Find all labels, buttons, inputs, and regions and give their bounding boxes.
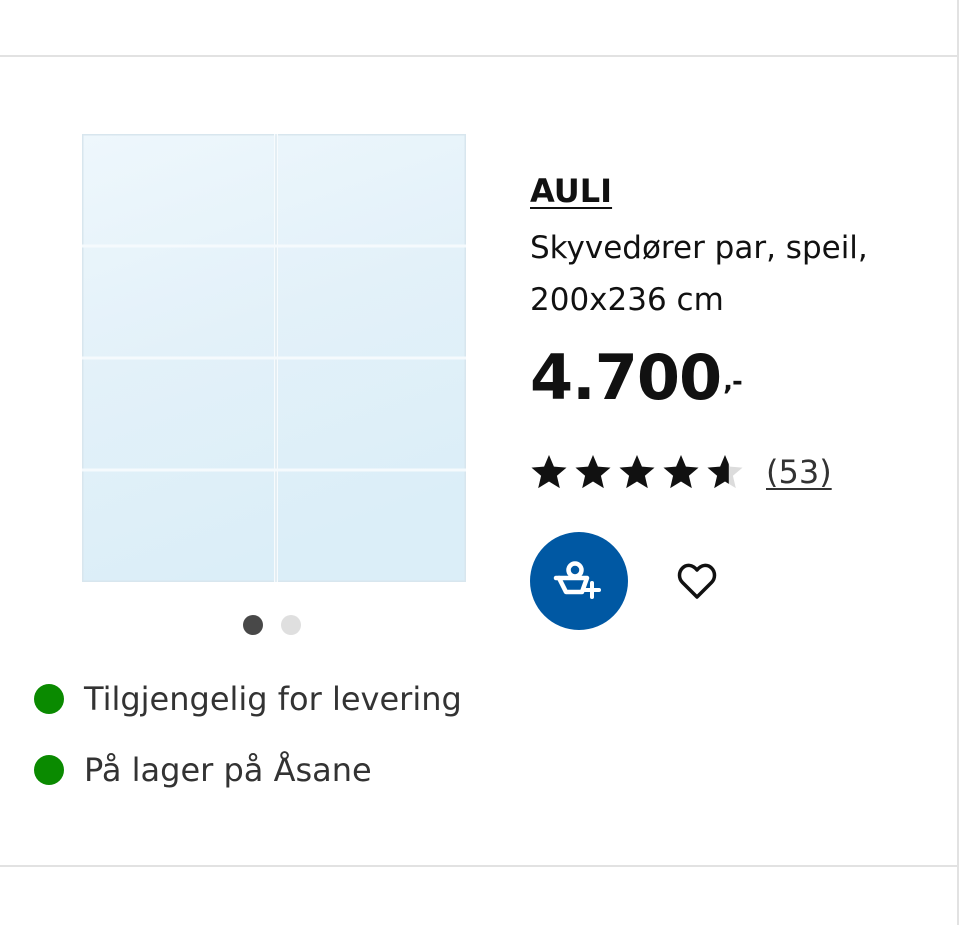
carousel-dot[interactable] [281,615,301,635]
rating-stars [530,453,744,491]
review-count-link[interactable]: (53) [766,453,832,491]
star-icon [707,455,743,489]
product-name[interactable]: AULI [530,172,612,210]
product-rating[interactable]: (53) [530,453,832,491]
in-stock-status-dot [34,684,64,714]
availability-list: Tilgjengelig for levering På lager på Ås… [34,676,462,818]
availability-label: Tilgjengelig for levering [84,680,462,718]
carousel-dot[interactable] [243,615,263,635]
product-card-page: AULI Skyvedører par, speil, 200x236 cm 4… [0,0,960,925]
in-stock-status-dot [34,755,64,785]
product-image[interactable] [82,134,466,582]
heart-icon [677,563,717,599]
availability-store: På lager på Åsane [34,747,462,793]
price-suffix: ,- [723,367,743,397]
bottom-divider [0,865,958,867]
right-divider [957,0,959,925]
image-carousel-dots [243,615,301,635]
star-icon [663,455,699,489]
availability-label: På lager på Åsane [84,751,372,789]
product-price: 4.700,- [530,338,743,418]
mirror-doors-image [82,134,466,582]
star-icon [619,455,655,489]
product-description: Skyvedører par, speil, 200x236 cm [530,230,868,318]
add-to-cart-button[interactable] [530,532,628,630]
top-divider [0,55,958,57]
availability-delivery: Tilgjengelig for levering [34,676,462,722]
add-to-favourites-button[interactable] [668,552,726,610]
price-value: 4.700 [530,341,722,414]
star-icon [575,455,611,489]
basket-plus-icon [553,561,601,599]
star-icon [531,455,567,489]
